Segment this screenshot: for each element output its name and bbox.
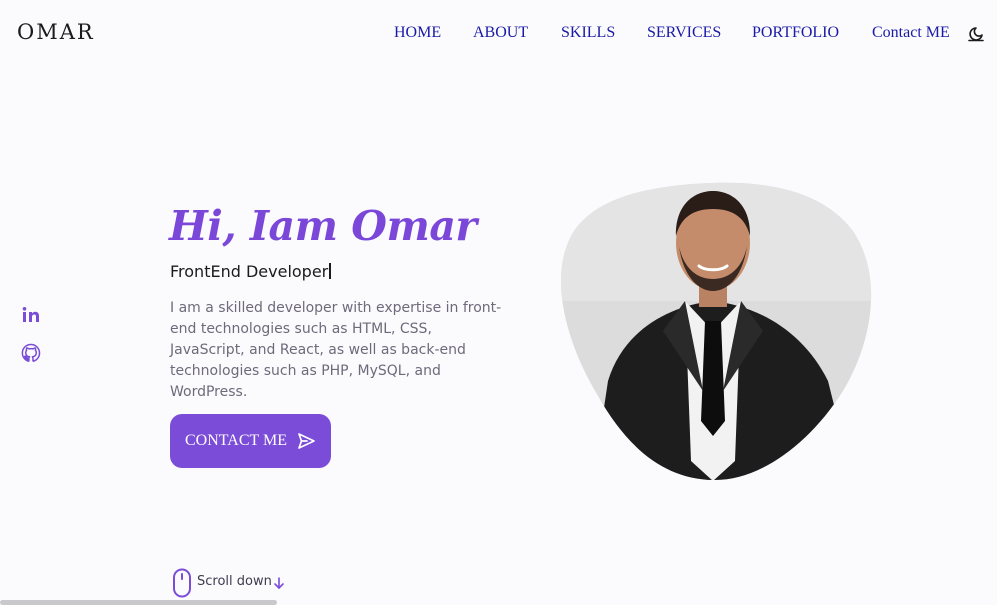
send-icon	[298, 433, 315, 449]
hero-title: Hi, Iam Omar	[169, 202, 477, 250]
social-links	[21, 305, 43, 381]
hero-description: I am a skilled developer with expertise …	[170, 300, 502, 400]
contact-me-button[interactable]: CONTACT ME	[170, 414, 331, 468]
mouse-icon	[173, 568, 191, 598]
arrow-down-icon	[274, 577, 284, 589]
github-icon[interactable]	[21, 343, 41, 363]
header: OMAR HOME ABOUT SKILLS SERVICES PORTFOLI…	[0, 0, 997, 68]
main-nav: HOME ABOUT SKILLS SERVICES PORTFOLIO Con…	[0, 24, 997, 44]
nav-link-about[interactable]: ABOUT	[473, 24, 528, 42]
moon-icon[interactable]	[967, 25, 985, 43]
profile-photo-blob	[561, 182, 872, 481]
horizontal-scrollbar[interactable]	[0, 600, 277, 605]
nav-link-skills[interactable]: SKILLS	[561, 24, 615, 42]
hero-subtitle: FrontEnd Developer	[170, 262, 332, 281]
nav-link-contact[interactable]: Contact ME	[872, 24, 950, 42]
contact-me-label: CONTACT ME	[185, 432, 287, 449]
nav-link-home[interactable]: HOME	[394, 24, 441, 42]
hero-subtitle-text: FrontEnd Developer	[170, 262, 329, 281]
scroll-down-link[interactable]: Scroll down	[170, 568, 300, 598]
scroll-down-label: Scroll down	[197, 574, 272, 589]
nav-link-portfolio[interactable]: PORTFOLIO	[752, 24, 839, 42]
nav-link-services[interactable]: SERVICES	[647, 24, 721, 42]
typing-caret	[329, 263, 332, 279]
linkedin-icon[interactable]	[21, 305, 41, 325]
